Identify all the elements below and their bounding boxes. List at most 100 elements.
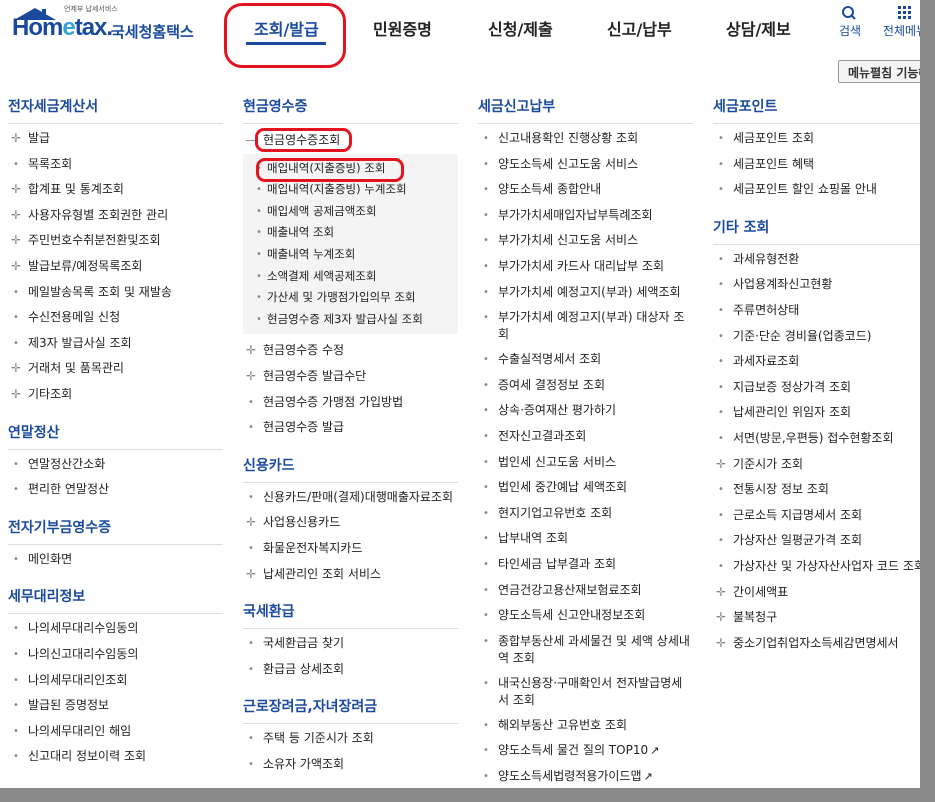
menu-item[interactable]: • 내국신용장·구매확인서 전자발급명세 서 조회 bbox=[478, 671, 693, 713]
hometax-logo[interactable]: 언제부 납세서비스 Hometax. 국세청홈택스 bbox=[6, 4, 196, 48]
section-title[interactable]: 세금포인트 bbox=[713, 96, 920, 124]
nav-consult-report[interactable]: 상담/제보 bbox=[726, 16, 791, 40]
menu-item[interactable]: • 양도소득세 종합안내 bbox=[478, 177, 693, 203]
menu-item[interactable]: ✛ 기준시가 조회 bbox=[713, 452, 920, 478]
menu-item[interactable]: • 수신전용메일 신청 bbox=[8, 305, 223, 331]
menu-item[interactable]: • 나의세무대리인조회 bbox=[8, 668, 223, 694]
menu-item[interactable]: • 세금포인트 혜택 bbox=[713, 152, 920, 178]
menu-item[interactable]: • 신고대리 정보이력 조회 bbox=[8, 744, 223, 770]
menu-item[interactable]: • 법인세 신고도움 서비스 bbox=[478, 450, 693, 476]
menu-item[interactable]: • 부가가치세 신고도움 서비스 bbox=[478, 228, 693, 254]
menu-item[interactable]: • 매출내역 누계조회 bbox=[243, 244, 458, 266]
menu-item[interactable]: • 환급금 상세조회 bbox=[243, 657, 458, 683]
section-title[interactable]: 국세환급 bbox=[243, 601, 458, 630]
menu-item[interactable]: • 수출실적명세서 조회 bbox=[478, 347, 693, 373]
menu-item[interactable]: ✛ 발급 bbox=[8, 126, 223, 152]
menu-item[interactable]: ✛ 현금영수증 발급수단 bbox=[243, 364, 458, 390]
menu-item[interactable]: • 전자신고결과조회 bbox=[478, 424, 693, 450]
menu-item[interactable]: • 해외부동산 고유번호 조회 bbox=[478, 713, 693, 739]
menu-item[interactable]: • 현금영수증 가맹점 가입방법 bbox=[243, 390, 458, 416]
menu-item[interactable]: • 법인세 중간예납 세액조회 bbox=[478, 475, 693, 501]
section-title[interactable]: 전자세금계산서 bbox=[8, 96, 223, 124]
menu-item[interactable]: ✛ 납세관리인 조회 서비스 bbox=[243, 562, 458, 588]
menu-item[interactable]: ✛ 현금영수증 수정 bbox=[243, 338, 458, 364]
menu-item[interactable]: • 국세환급금 찾기 bbox=[243, 631, 458, 657]
menu-item[interactable]: • 지급보증 정상가격 조회 bbox=[713, 375, 920, 401]
menu-item[interactable]: • 납세관리인 위임자 조회 bbox=[713, 400, 920, 426]
menu-item[interactable]: • 편리한 연말정산 bbox=[8, 477, 223, 503]
menu-item[interactable]: • 근로소득 지급명세서 조회 bbox=[713, 503, 920, 529]
menu-item[interactable]: • 사업용계좌신고현황 bbox=[713, 272, 920, 298]
menu-item[interactable]: • 연말정산간소화 bbox=[8, 452, 223, 478]
nav-report-pay[interactable]: 신고/납부 bbox=[607, 16, 672, 40]
menu-item[interactable]: • 매출내역 조회 bbox=[243, 222, 458, 244]
menu-item[interactable]: • 제3자 발급사실 조회 bbox=[8, 331, 223, 357]
menu-item[interactable]: • 목록조회 bbox=[8, 152, 223, 178]
menu-item[interactable]: • 소액결제 세액공제조회 bbox=[243, 266, 458, 288]
menu-item[interactable]: • 부가가치세 카드사 대리납부 조회 bbox=[478, 254, 693, 280]
menu-item[interactable]: • 연금건강고용산재보험료조회 bbox=[478, 578, 693, 604]
menu-item[interactable]: • 주택 등 기준시가 조회 bbox=[243, 726, 458, 752]
menu-item[interactable]: • 부가가치세 예정고지(부과) 세액조회 bbox=[478, 280, 693, 306]
menu-item[interactable]: • 양도소득세 신고도움 서비스 bbox=[478, 152, 693, 178]
menu-item[interactable]: • 신용카드/판매(결제)대행매출자료조회 bbox=[243, 485, 458, 511]
menu-item[interactable]: ✛ 발급보류/예정목록조회 bbox=[8, 254, 223, 280]
nav-apply-submit[interactable]: 신청/제출 bbox=[488, 16, 553, 40]
menu-item[interactable]: • 현금영수증 발급 bbox=[243, 415, 458, 441]
menu-item[interactable]: • 종합부동산세 과세물건 및 세액 상세내 역 조회 bbox=[478, 629, 693, 671]
menu-item[interactable]: ✛ 거래처 및 품목관리 bbox=[8, 356, 223, 382]
menu-item[interactable]: • 가산세 및 가맹점가입의무 조회 bbox=[243, 287, 458, 309]
menu-item[interactable]: • 주류면허상태 bbox=[713, 298, 920, 324]
nav-civil-certificates[interactable]: 민원증명 bbox=[373, 16, 432, 40]
menu-item[interactable]: ✛ 불복청구 bbox=[713, 605, 920, 631]
menu-item[interactable]: ✛ 기타조회 bbox=[8, 382, 223, 408]
menu-item[interactable]: ✛ 중소기업취업자소득세감면명세서 bbox=[713, 631, 920, 657]
menu-item[interactable]: • 납부내역 조회 bbox=[478, 526, 693, 552]
menu-item[interactable]: • 양도소득세 물건 질의 TOP10 ↗ bbox=[478, 738, 693, 764]
section-title[interactable]: 신용카드 bbox=[243, 455, 458, 483]
menu-item[interactable]: • 양도소득세 신고안내정보조회 bbox=[478, 603, 693, 629]
menu-item[interactable]: • 메일발송목록 조회 및 재발송 bbox=[8, 280, 223, 306]
menu-item[interactable]: • 나의세무대리인 해임 bbox=[8, 719, 223, 745]
menu-item[interactable]: ✛ 간이세액표 bbox=[713, 580, 920, 606]
menu-item[interactable]: • 현지기업고유번호 조회 bbox=[478, 501, 693, 527]
menu-item[interactable]: • 세금포인트 조회 bbox=[713, 126, 920, 152]
section-title-cash-receipt[interactable]: 현금영수증 bbox=[243, 96, 458, 124]
menu-item[interactable]: • 상속·증여재산 평가하기 bbox=[478, 398, 693, 424]
menu-item[interactable]: ✛ 사업용신용카드 bbox=[243, 510, 458, 536]
search-button[interactable]: 검색 bbox=[836, 4, 864, 39]
menu-item[interactable]: • 매입세액 공제금액조회 bbox=[243, 201, 458, 223]
section-title-tax-filing[interactable]: 세금신고납부 bbox=[478, 96, 693, 124]
menu-item[interactable]: • 세금포인트 할인 쇼핑몰 안내 bbox=[713, 177, 920, 203]
all-menu-button[interactable]: 전체메뉴 bbox=[878, 4, 920, 39]
menu-item[interactable]: ✛ 합계표 및 통계조회 bbox=[8, 177, 223, 203]
menu-item[interactable]: • 현금영수증 제3자 발급사실 조회 bbox=[243, 309, 458, 331]
menu-item[interactable]: • 증여세 결정정보 조회 bbox=[478, 373, 693, 399]
section-title[interactable]: 연말정산 bbox=[8, 422, 223, 450]
menu-expand-toggle[interactable]: 메뉴펼침 기능해 bbox=[838, 60, 920, 83]
menu-item[interactable]: ✛ 사용자유형별 조회권한 관리 bbox=[8, 203, 223, 229]
menu-item[interactable]: • 매입내역(지출증빙) 누계조회 bbox=[243, 179, 458, 201]
menu-item[interactable]: • 화물운전자복지카드 bbox=[243, 536, 458, 562]
menu-item[interactable]: • 발급된 증명정보 bbox=[8, 693, 223, 719]
menu-item[interactable]: • 과세자료조회 bbox=[713, 349, 920, 375]
menu-item[interactable]: • 서면(방문,우편등) 접수현황조회 bbox=[713, 426, 920, 452]
menu-item[interactable]: • 기준·단순 경비율(업종코드) bbox=[713, 324, 920, 350]
menu-item[interactable]: • 가상자산 및 가상자산사업자 코드 조회 bbox=[713, 554, 920, 580]
menu-item[interactable]: • 타인세금 납부결과 조회 bbox=[478, 552, 693, 578]
menu-item[interactable]: • 가상자산 일평균가격 조회 bbox=[713, 528, 920, 554]
menu-item[interactable]: • 소유자 가액조회 bbox=[243, 752, 458, 778]
menu-item[interactable]: • 나의신고대리수임동의 bbox=[8, 642, 223, 668]
menu-item[interactable]: • 신고내용확인 진행상황 조회 bbox=[478, 126, 693, 152]
section-title[interactable]: 기타 조회 bbox=[713, 217, 920, 245]
menu-item[interactable]: • 부가가치세매입자납부특례조회 bbox=[478, 203, 693, 229]
section-title[interactable]: 근로장려금,자녀장려금 bbox=[243, 696, 458, 725]
menu-item[interactable]: ✛ 주민번호수취분전환및조회 bbox=[8, 228, 223, 254]
menu-item[interactable]: • 전통시장 정보 조회 bbox=[713, 477, 920, 503]
menu-item[interactable]: • 과세유형전환 bbox=[713, 247, 920, 273]
section-title[interactable]: 세무대리정보 bbox=[8, 586, 223, 615]
menu-item[interactable]: • 메인화면 bbox=[8, 547, 223, 573]
menu-item[interactable]: • 양도소득세법령적용가이드맵 ↗ bbox=[478, 764, 693, 788]
section-title[interactable]: 전자기부금영수증 bbox=[8, 517, 223, 545]
menu-item[interactable]: • 나의세무대리수임동의 bbox=[8, 616, 223, 642]
